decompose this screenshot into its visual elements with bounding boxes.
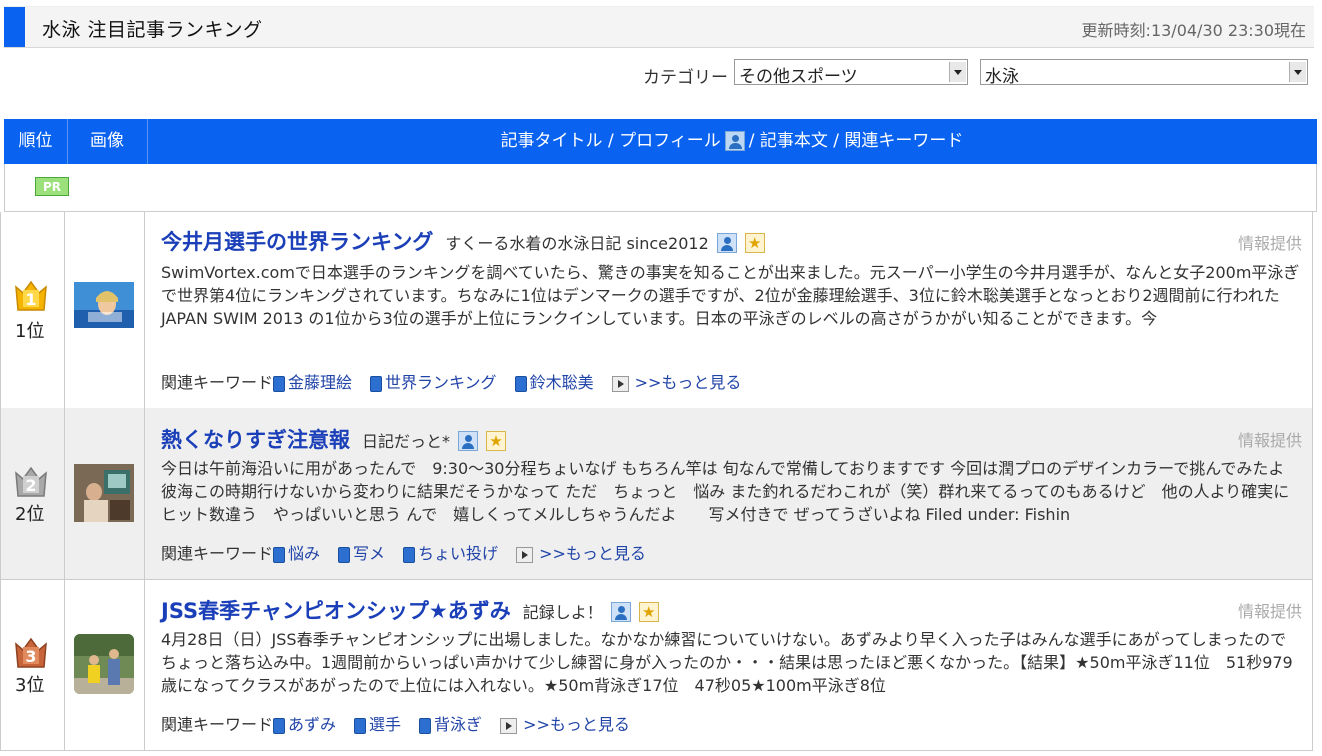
- thumbnail-cell: [64, 579, 145, 750]
- bronze-crown-icon: 3: [15, 637, 47, 668]
- info-provided-label: 情報提供: [1237, 234, 1302, 253]
- rank-number: 2位: [15, 504, 45, 525]
- related-keywords: 関連キーワード 金藤理絵 世界ランキング 鈴木聡美 >>もっと見る: [161, 369, 741, 393]
- article-thumbnail[interactable]: [74, 634, 134, 694]
- pr-badge[interactable]: PR: [35, 177, 69, 196]
- arrow-right-icon: [500, 717, 518, 734]
- blog-name[interactable]: 日記だっと*: [362, 432, 450, 451]
- keyword-book-icon: [273, 375, 286, 392]
- keyword-link[interactable]: 金藤理絵: [288, 373, 352, 392]
- profile-icon[interactable]: [610, 602, 631, 622]
- column-header-article: 記事タイトル / プロフィール / 記事本文 / 関連キーワード: [147, 119, 1317, 164]
- arrow-right-icon: [516, 546, 534, 563]
- article-title-row: JSS春季チャンピオンシップ★あずみ 記録しよ！ ★: [161, 595, 659, 625]
- gold-crown-icon: 1: [15, 280, 47, 311]
- chevron-down-icon[interactable]: [1289, 62, 1306, 82]
- info-provided-label: 情報提供: [1237, 431, 1302, 450]
- keyword-book-icon: [403, 546, 416, 563]
- rank-number: 3位: [15, 675, 45, 696]
- thumbnail-cell: [64, 212, 145, 408]
- related-keywords: 関連キーワード あずみ 選手 背泳ぎ >>もっと見る: [161, 711, 630, 735]
- keyword-book-icon: [514, 375, 527, 392]
- favorite-star-icon[interactable]: ★: [744, 233, 765, 253]
- rank-number: 1位: [15, 321, 45, 342]
- keyword-book-icon: [338, 546, 351, 563]
- table-row: 3 3位 JSS春季チャンピオンシップ★あずみ 記録しよ！ ★ 情報提供 4月28日…: [0, 579, 1313, 751]
- more-link[interactable]: >>もっと見る: [635, 373, 742, 392]
- keyword-link[interactable]: 写メ: [353, 544, 385, 563]
- more-link[interactable]: >>もっと見る: [539, 544, 646, 563]
- article-title-link[interactable]: JSS春季チャンピオンシップ★あずみ: [161, 599, 511, 623]
- keyword-book-icon: [419, 717, 432, 734]
- thumbnail-cell: [64, 408, 145, 579]
- column-header-image: 画像: [67, 119, 148, 164]
- article-title-row: 熱くなりすぎ注意報 日記だっと* ★: [161, 424, 507, 454]
- swimmer-photo: [74, 282, 134, 328]
- keyword-book-icon: [354, 717, 367, 734]
- column-header-rank: 順位: [4, 119, 68, 164]
- column-header-article-b: / 記事本文 / 関連キーワード: [748, 131, 964, 151]
- profile-icon[interactable]: [716, 233, 737, 253]
- keyword-link[interactable]: 悩み: [288, 544, 320, 563]
- update-timestamp: 更新時刻:13/04/30 23:30現在: [1081, 21, 1306, 40]
- keywords-label: 関連キーワード: [161, 544, 274, 563]
- category-select[interactable]: その他スポーツ: [734, 59, 968, 87]
- chevron-down-icon[interactable]: [949, 62, 966, 82]
- profile-icon: [724, 131, 745, 151]
- favorite-star-icon[interactable]: ★: [486, 431, 507, 451]
- keyword-link[interactable]: 鈴木聡美: [530, 373, 594, 392]
- table-header: 順位 画像 記事タイトル / プロフィール / 記事本文 / 関連キーワード: [4, 119, 1317, 164]
- article-body: 4月28日（日）JSS春季チャンピオンシップに出場しました。なかなか練習について…: [161, 630, 1293, 695]
- arrow-right-icon: [611, 375, 629, 392]
- category-select-value: その他スポーツ: [739, 67, 858, 87]
- article-body: 今日は午前海沿いに用があったんで 9:30～30分程ちょいなげ もちろん竿は 旬…: [161, 459, 1290, 524]
- article-thumbnail[interactable]: [74, 282, 134, 328]
- keywords-label: 関連キーワード: [161, 715, 274, 734]
- pr-row: PR: [4, 164, 1317, 212]
- keyword-link[interactable]: ちょい投げ: [418, 544, 498, 563]
- keyword-link[interactable]: 背泳ぎ: [434, 715, 482, 734]
- blog-name[interactable]: すくーる水着の水泳日記 since2012: [445, 234, 708, 253]
- related-keywords: 関連キーワード 悩み 写メ ちょい投げ >>もっと見る: [161, 540, 646, 564]
- page-title: 水泳 注目記事ランキング: [42, 19, 263, 41]
- svg-text:1: 1: [25, 290, 36, 309]
- svg-text:2: 2: [25, 476, 36, 495]
- favorite-star-icon[interactable]: ★: [638, 602, 659, 622]
- profile-icon[interactable]: [458, 431, 479, 451]
- article-title-link[interactable]: 今井月選手の世界ランキング: [161, 230, 433, 254]
- article-title-row: 今井月選手の世界ランキング すくーる水着の水泳日記 since2012 ★: [161, 226, 765, 256]
- info-provided-label: 情報提供: [1237, 602, 1302, 621]
- subcategory-select[interactable]: 水泳: [980, 59, 1308, 87]
- fishing-photo: [74, 464, 134, 522]
- blog-name[interactable]: 記録しよ！: [523, 603, 603, 622]
- table-row: 1 1位 今井月選手の世界ランキング すくーる水着の水泳日記 since2012 ★…: [0, 212, 1313, 409]
- keyword-book-icon: [273, 717, 286, 734]
- keyword-book-icon: [370, 375, 383, 392]
- svg-text:3: 3: [25, 647, 36, 666]
- more-link[interactable]: >>もっと見る: [523, 715, 630, 734]
- rank-cell: 2 2位: [1, 408, 65, 579]
- keywords-label: 関連キーワード: [161, 373, 274, 392]
- keyword-book-icon: [273, 546, 286, 563]
- keyword-link[interactable]: あずみ: [288, 715, 336, 734]
- header-accent-bar: [4, 7, 25, 47]
- kids-photo: [74, 634, 134, 694]
- silver-crown-icon: 2: [15, 466, 47, 497]
- article-body: SwimVortex.comで日本選手のランキングを調べていたら、驚きの事実を知…: [161, 263, 1300, 328]
- article-thumbnail[interactable]: [74, 464, 134, 522]
- table-row: 2 2位 熱くなりすぎ注意報 日記だっと* ★ 情報提供 今日は午前海沿いに用があっ…: [0, 408, 1313, 580]
- category-label: カテゴリー: [643, 68, 728, 88]
- subcategory-select-value: 水泳: [985, 67, 1019, 87]
- rank-cell: 1 1位: [1, 212, 65, 408]
- rank-cell: 3 3位: [1, 579, 65, 750]
- page-header: 水泳 注目記事ランキング 更新時刻:13/04/30 23:30現在: [4, 6, 1314, 48]
- keyword-link[interactable]: 選手: [369, 715, 401, 734]
- keyword-link[interactable]: 世界ランキング: [385, 373, 497, 392]
- article-title-link[interactable]: 熱くなりすぎ注意報: [161, 428, 350, 452]
- column-header-article-a: 記事タイトル / プロフィール: [500, 131, 721, 151]
- ranking-table: 順位 画像 記事タイトル / プロフィール / 記事本文 / 関連キーワード PR: [4, 119, 1317, 212]
